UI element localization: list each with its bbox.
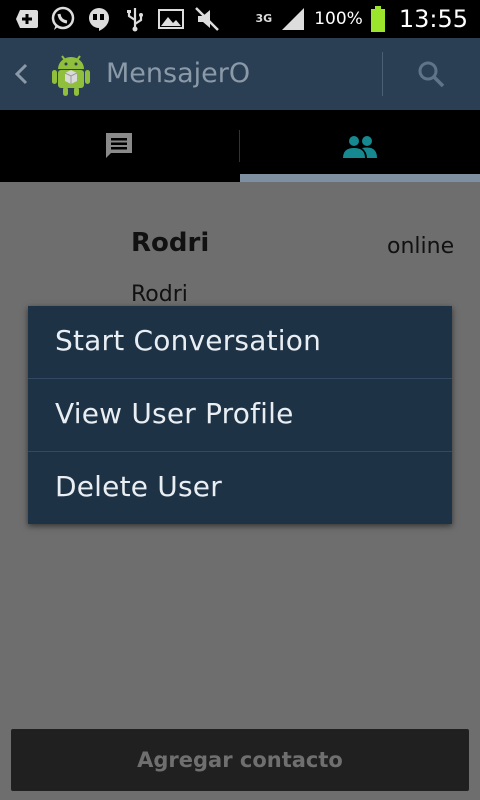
clock: 13:55 xyxy=(398,5,468,33)
contact-name: Rodri xyxy=(131,228,210,258)
back-chevron-icon[interactable] xyxy=(12,60,30,88)
usb-icon xyxy=(122,6,148,32)
tab-bar xyxy=(0,110,480,182)
network-type-label: 3G xyxy=(255,12,273,25)
menu-item-delete-user[interactable]: Delete User xyxy=(28,452,452,524)
status-bar: 3G 100% 13:55 xyxy=(0,0,480,38)
tab-chats[interactable] xyxy=(0,110,240,182)
gallery-icon xyxy=(158,6,184,32)
menu-item-label: Start Conversation xyxy=(55,324,322,357)
add-icon xyxy=(14,6,40,32)
tab-selected-indicator xyxy=(240,174,480,182)
add-contact-button-label: Agregar contacto xyxy=(137,748,343,772)
action-bar-divider xyxy=(382,52,383,96)
app-title: MensajerO xyxy=(106,58,251,89)
chat-icon xyxy=(106,133,132,158)
mute-icon xyxy=(194,6,220,32)
menu-item-label: View User Profile xyxy=(55,397,294,430)
signal-icon xyxy=(280,6,306,32)
add-contact-button[interactable]: Agregar contacto xyxy=(11,729,469,791)
contacts-icon xyxy=(343,136,377,158)
hangouts-icon xyxy=(86,6,112,32)
menu-item-start-conversation[interactable]: Start Conversation xyxy=(28,306,452,378)
battery-percent: 100% xyxy=(314,9,363,29)
menu-item-label: Delete User xyxy=(55,470,222,503)
battery-icon xyxy=(370,6,385,32)
android-logo-icon[interactable] xyxy=(48,51,94,97)
search-icon[interactable] xyxy=(416,59,446,89)
contact-subtitle: Rodri xyxy=(131,282,188,307)
whatsapp-icon xyxy=(50,6,76,32)
tab-contacts[interactable] xyxy=(240,110,480,182)
menu-item-view-user-profile[interactable]: View User Profile xyxy=(28,379,452,451)
contact-status: online xyxy=(387,234,455,259)
action-bar: MensajerO xyxy=(0,38,480,110)
context-menu: Start Conversation View User Profile Del… xyxy=(28,306,452,524)
